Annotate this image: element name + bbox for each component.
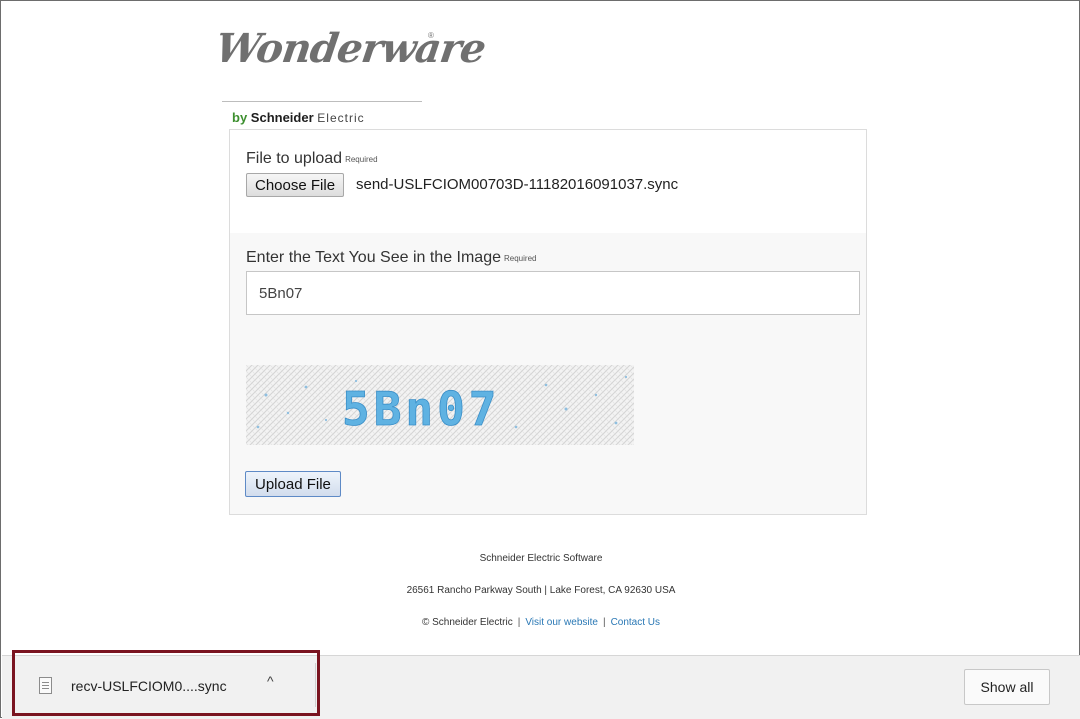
contact-us-link[interactable]: Contact Us (611, 617, 660, 628)
logo-brand-text: Schneider (250, 110, 314, 125)
required-badge: Required (504, 254, 537, 263)
captcha-label-text: Enter the Text You See in the Image (246, 249, 501, 266)
footer-address: 26561 Rancho Parkway South | Lake Forest… (406, 585, 676, 596)
selected-file-name: send-USLFCIOM00703D-11182016091037.sync (356, 176, 679, 193)
captcha-label: Enter the Text You See in the Image Requi… (246, 249, 536, 267)
footer-copyright: © Schneider Electric (421, 617, 513, 628)
logo-divider (222, 101, 422, 102)
logo-wordmark: Wonderware (212, 25, 489, 72)
download-divider (315, 663, 316, 707)
show-all-button[interactable]: Show all (964, 669, 1050, 705)
file-upload-label: File to upload Required (246, 150, 378, 168)
required-badge: Required (345, 155, 378, 164)
upload-form: File to upload Required Choose File send-… (229, 129, 867, 515)
footer-separator: | (602, 617, 606, 628)
logo-electric-text: Electric (317, 111, 365, 125)
logo-tagline: by Schneider Electric (232, 110, 365, 125)
document-icon (39, 677, 52, 694)
download-item[interactable]: recv-USLFCIOM0....sync ^ (12, 650, 320, 716)
logo-registered-mark: ® (428, 31, 434, 40)
footer-company: Schneider Electric Software (479, 553, 603, 564)
footer-separator: | (517, 617, 521, 628)
wonderware-logo: Wonderware ® by Schneider Electric (213, 19, 488, 129)
download-bar: recv-USLFCIOM0....sync ^ Show all (2, 650, 1080, 719)
footer-links: © Schneider Electric | Visit our website | C… (1, 617, 1080, 628)
captcha-image: 5Bn07 (246, 365, 634, 445)
download-file-name[interactable]: recv-USLFCIOM0....sync (71, 678, 227, 694)
file-upload-section: File to upload Required Choose File send-… (230, 130, 866, 233)
visit-website-link[interactable]: Visit our website (525, 617, 598, 628)
chevron-up-icon[interactable]: ^ (267, 673, 274, 689)
file-upload-label-text: File to upload (246, 150, 343, 167)
captcha-image-text: 5Bn07 (342, 382, 500, 436)
choose-file-button[interactable]: Choose File (246, 173, 345, 197)
captcha-input[interactable] (246, 271, 860, 315)
browser-viewport: Wonderware ® by Schneider Electric File … (0, 0, 1080, 719)
upload-file-button[interactable]: Upload File (245, 471, 341, 497)
logo-by-text: by (232, 110, 248, 125)
